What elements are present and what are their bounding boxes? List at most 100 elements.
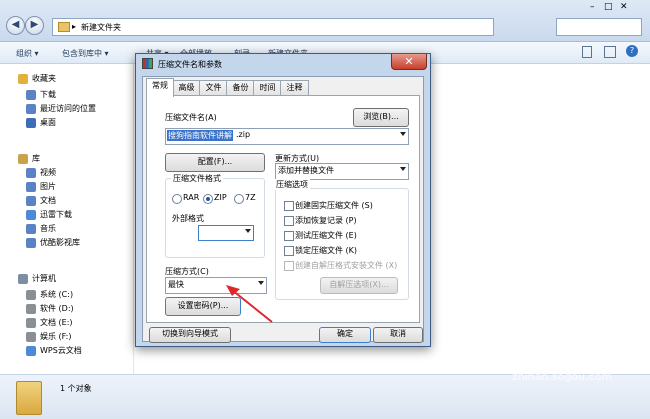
nav-item[interactable]: 迅雷下载 — [0, 208, 134, 222]
nav-item[interactable]: 计算机 — [0, 272, 134, 286]
dialog-title: 压缩文件名和参数 — [158, 60, 222, 69]
nav-item-label: 娱乐 (F:) — [40, 332, 72, 341]
help-icon[interactable]: ? — [626, 45, 638, 57]
search-input[interactable] — [556, 18, 642, 36]
test-archive-checkbox[interactable] — [284, 231, 294, 241]
minimize-icon[interactable]: – — [590, 2, 595, 12]
dialog-close-button[interactable]: ✕ — [391, 54, 427, 70]
nav-item-label: 最近访问的位置 — [40, 104, 96, 113]
format-group: 压缩文件格式 RAR ZIP 7Z 外部格式 — [165, 173, 265, 258]
radio-7z-label: 7Z — [245, 193, 256, 202]
include-in-library-menu[interactable]: 包含到库中 ▾ — [62, 48, 109, 59]
nav-item-icon — [26, 196, 36, 206]
config-button[interactable]: 配置(F)... — [165, 153, 265, 172]
recovery-record-checkbox[interactable] — [284, 216, 294, 226]
nav-item-label: 收藏夹 — [32, 74, 56, 83]
sfx-checkbox[interactable] — [284, 261, 294, 271]
dialog-titlebar[interactable]: 压缩文件名和参数 ✕ — [136, 54, 430, 74]
window-controls: – □ ✕ — [590, 2, 642, 12]
nav-item-label: WPS云文档 — [40, 346, 82, 355]
forward-arrow-icon[interactable]: ▶ — [25, 16, 44, 35]
dropdown-arrow-icon[interactable] — [245, 229, 251, 233]
dropdown-arrow-icon[interactable] — [400, 132, 406, 136]
preview-pane-icon[interactable] — [604, 46, 616, 58]
nav-item[interactable]: 优酷影视库 — [0, 236, 134, 250]
nav-item-label: 软件 (D:) — [40, 304, 74, 313]
nav-item-label: 下载 — [40, 90, 56, 99]
item-count: 1 个对象 — [60, 384, 92, 393]
nav-item[interactable]: WPS云文档 — [0, 344, 134, 358]
archive-name-ext: .zip — [236, 130, 251, 139]
maximize-icon[interactable]: □ — [604, 2, 613, 12]
nav-item-label: 计算机 — [32, 274, 56, 283]
tab-backup[interactable]: 备份 — [226, 80, 255, 96]
radio-zip-label: ZIP — [214, 193, 227, 202]
update-mode-select[interactable]: 添加并替换文件 — [275, 163, 409, 180]
nav-item[interactable]: 文档 (E:) — [0, 316, 134, 330]
radio-rar[interactable] — [172, 194, 182, 204]
nav-item-icon — [26, 210, 36, 220]
close-icon[interactable]: ✕ — [620, 2, 628, 12]
nav-item[interactable]: 最近访问的位置 — [0, 102, 134, 116]
nav-item[interactable]: 下载 — [0, 88, 134, 102]
nav-item-icon — [26, 238, 36, 248]
options-group-title: 压缩选项 — [274, 179, 310, 190]
nav-item-label: 音乐 — [40, 224, 56, 233]
nav-item[interactable]: 图片 — [0, 180, 134, 194]
nav-item-label: 文档 (E:) — [40, 318, 73, 327]
sfx-options-button[interactable]: 自解压选项(X)... — [320, 277, 398, 294]
nav-item-icon — [26, 224, 36, 234]
watermark-text: 搜狗指南 — [512, 336, 616, 364]
tab-advanced[interactable]: 高级 — [172, 80, 201, 96]
nav-item[interactable]: 文档 — [0, 194, 134, 208]
nav-item-icon — [26, 346, 36, 356]
nav-buttons: ◀ ▶ — [6, 16, 44, 35]
sfx-label: 创建自解压格式安装文件 (X) — [295, 261, 398, 270]
nav-item[interactable]: 音乐 — [0, 222, 134, 236]
solid-archive-checkbox[interactable] — [284, 201, 294, 211]
archive-name-input[interactable]: 搜狗指南软件讲解 .zip — [165, 128, 409, 145]
browse-button[interactable]: 浏览(B)... — [353, 108, 409, 127]
nav-item-icon — [26, 290, 36, 300]
radio-rar-label: RAR — [183, 193, 200, 202]
annotation-arrow-icon — [226, 285, 273, 323]
winrar-icon — [142, 58, 153, 69]
folder-large-icon — [16, 381, 42, 415]
organize-menu[interactable]: 组织 ▾ — [16, 48, 39, 59]
radio-zip[interactable] — [203, 194, 213, 204]
tab-general[interactable]: 常规 — [146, 78, 174, 97]
sogou-watermark: 搜狗指南 zhinan.sogou.com — [468, 320, 648, 400]
radio-7z[interactable] — [234, 194, 244, 204]
nav-item[interactable]: 桌面 — [0, 116, 134, 130]
nav-item-label: 库 — [32, 154, 40, 163]
external-format-label: 外部格式 — [172, 214, 204, 223]
lock-archive-label: 锁定压缩文件 (K) — [295, 246, 358, 255]
recovery-record-label: 添加恢复记录 (P) — [295, 216, 357, 225]
dropdown-arrow-icon[interactable] — [400, 167, 406, 171]
nav-item-icon — [26, 318, 36, 328]
explorer-toolbar: ◀ ▶ ▸ 新建文件夹 – □ ✕ — [0, 0, 650, 42]
wizard-mode-button[interactable]: 切换到向导模式 — [149, 327, 231, 343]
nav-item[interactable]: 系统 (C:) — [0, 288, 134, 302]
tab-files[interactable]: 文件 — [199, 80, 228, 96]
tab-time[interactable]: 时间 — [253, 80, 282, 96]
nav-item[interactable]: 视频 — [0, 166, 134, 180]
external-format-select[interactable] — [198, 225, 254, 241]
compress-method-value: 最快 — [168, 280, 184, 289]
address-bar[interactable]: ▸ 新建文件夹 — [52, 18, 494, 36]
nav-item[interactable]: 软件 (D:) — [0, 302, 134, 316]
cancel-button[interactable]: 取消 — [373, 327, 423, 343]
nav-item[interactable]: 库 — [0, 152, 134, 166]
compress-method-label: 压缩方式(C) — [165, 267, 209, 276]
dialog-body: 常规 高级 文件 备份 时间 注释 压缩文件名(A) 浏览(B)... 搜狗指南… — [142, 76, 424, 343]
back-arrow-icon[interactable]: ◀ — [6, 16, 25, 35]
nav-item[interactable]: 娱乐 (F:) — [0, 330, 134, 344]
nav-item-icon — [26, 332, 36, 342]
breadcrumb-chevron-icon[interactable]: ▸ — [72, 22, 76, 31]
tab-comment[interactable]: 注释 — [280, 80, 309, 96]
nav-item[interactable]: 收藏夹 — [0, 72, 134, 86]
ok-button[interactable]: 确定 — [319, 327, 371, 343]
view-options-icon[interactable] — [582, 46, 592, 58]
lock-archive-checkbox[interactable] — [284, 246, 294, 256]
archive-name-selected: 搜狗指南软件讲解 — [167, 130, 233, 141]
